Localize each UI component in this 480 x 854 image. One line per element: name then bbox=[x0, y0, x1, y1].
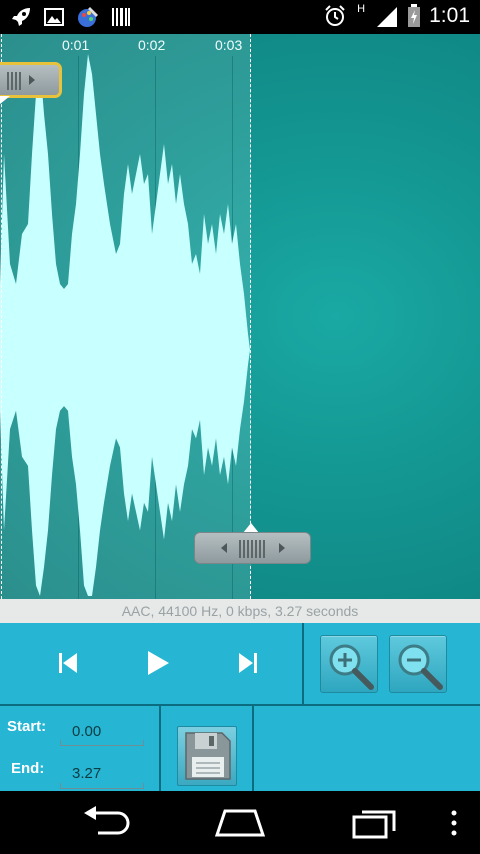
start-input[interactable]: 0.00 bbox=[72, 723, 101, 740]
network-type-label: H bbox=[357, 3, 366, 15]
waveform-view[interactable]: 0:01 0:02 0:03 bbox=[0, 34, 480, 599]
grip-line bbox=[247, 540, 249, 558]
battery-icon bbox=[408, 4, 421, 27]
arrow-right-icon bbox=[279, 543, 285, 553]
zoom-out-button[interactable] bbox=[389, 635, 447, 693]
home-icon bbox=[214, 809, 266, 837]
grip-line bbox=[239, 540, 241, 558]
end-input[interactable]: 3.27 bbox=[72, 765, 101, 782]
status-bar: H 1:01 bbox=[0, 0, 480, 34]
divider bbox=[252, 705, 254, 791]
barcode-icon bbox=[112, 8, 130, 26]
sound-editor-screen: H 1:01 0:01 0:02 0:03 AAC, 44100 Hz, 0 k… bbox=[0, 0, 480, 854]
picture-icon bbox=[44, 8, 64, 26]
alarm-icon bbox=[325, 5, 345, 26]
overflow-menu-button[interactable] bbox=[448, 809, 460, 837]
start-marker-line bbox=[1, 34, 2, 599]
start-marker-handle[interactable] bbox=[0, 62, 62, 98]
end-label: End: bbox=[11, 760, 45, 777]
time-mark-1: 0:01 bbox=[62, 37, 90, 53]
zoom-in-icon bbox=[329, 644, 374, 690]
grip-line bbox=[243, 540, 245, 558]
audio-info: AAC, 44100 Hz, 0 kbps, 3.27 seconds bbox=[0, 599, 480, 623]
recent-apps-icon bbox=[352, 810, 396, 839]
paint-icon bbox=[78, 7, 98, 27]
controls-panel: Start: 0.00 End: 3.27 bbox=[0, 623, 480, 791]
skip-next-button[interactable] bbox=[228, 643, 268, 683]
overflow-menu-icon bbox=[451, 810, 457, 836]
arrow-left-icon bbox=[221, 543, 227, 553]
end-marker-line bbox=[250, 34, 251, 599]
skip-next-icon bbox=[239, 653, 257, 673]
grip-line bbox=[263, 540, 265, 558]
signal-icon bbox=[377, 7, 398, 27]
navigation-bar bbox=[0, 791, 480, 854]
skip-previous-icon bbox=[59, 653, 77, 673]
zoom-in-button[interactable] bbox=[320, 635, 378, 693]
status-left-icons bbox=[10, 5, 130, 29]
time-mark-2: 0:02 bbox=[138, 37, 166, 53]
save-button[interactable] bbox=[177, 726, 237, 786]
end-input-underline bbox=[60, 783, 144, 789]
divider bbox=[302, 623, 304, 705]
waveform bbox=[0, 54, 250, 596]
status-right-icons: H 1:01 bbox=[323, 3, 470, 28]
end-marker-handle[interactable] bbox=[194, 532, 311, 564]
back-icon bbox=[84, 806, 130, 835]
divider bbox=[159, 705, 161, 791]
recent-apps-button[interactable] bbox=[350, 807, 400, 839]
network-type-indicator: H bbox=[355, 3, 367, 28]
time-mark-3: 0:03 bbox=[215, 37, 243, 53]
zoom-out-icon bbox=[398, 644, 443, 690]
grip-line bbox=[19, 72, 21, 90]
start-input-underline bbox=[60, 740, 144, 746]
grip-line bbox=[11, 72, 13, 90]
start-label: Start: bbox=[7, 718, 47, 735]
skip-previous-button[interactable] bbox=[48, 643, 88, 683]
play-button[interactable] bbox=[138, 643, 178, 683]
arrow-right-icon bbox=[29, 75, 35, 85]
status-clock: 1:01 bbox=[429, 4, 470, 27]
rocket-icon bbox=[12, 8, 30, 26]
grip-line bbox=[255, 540, 257, 558]
divider bbox=[0, 704, 480, 706]
waveform-shape bbox=[0, 54, 250, 596]
play-icon bbox=[148, 651, 169, 675]
home-button[interactable] bbox=[213, 807, 267, 837]
grip-line bbox=[7, 72, 9, 90]
start-marker-pointer bbox=[0, 96, 10, 104]
back-button[interactable] bbox=[80, 805, 134, 839]
grip-line bbox=[259, 540, 261, 558]
grip-line bbox=[251, 540, 253, 558]
floppy-disk-icon bbox=[185, 732, 231, 780]
grip-line bbox=[15, 72, 17, 90]
